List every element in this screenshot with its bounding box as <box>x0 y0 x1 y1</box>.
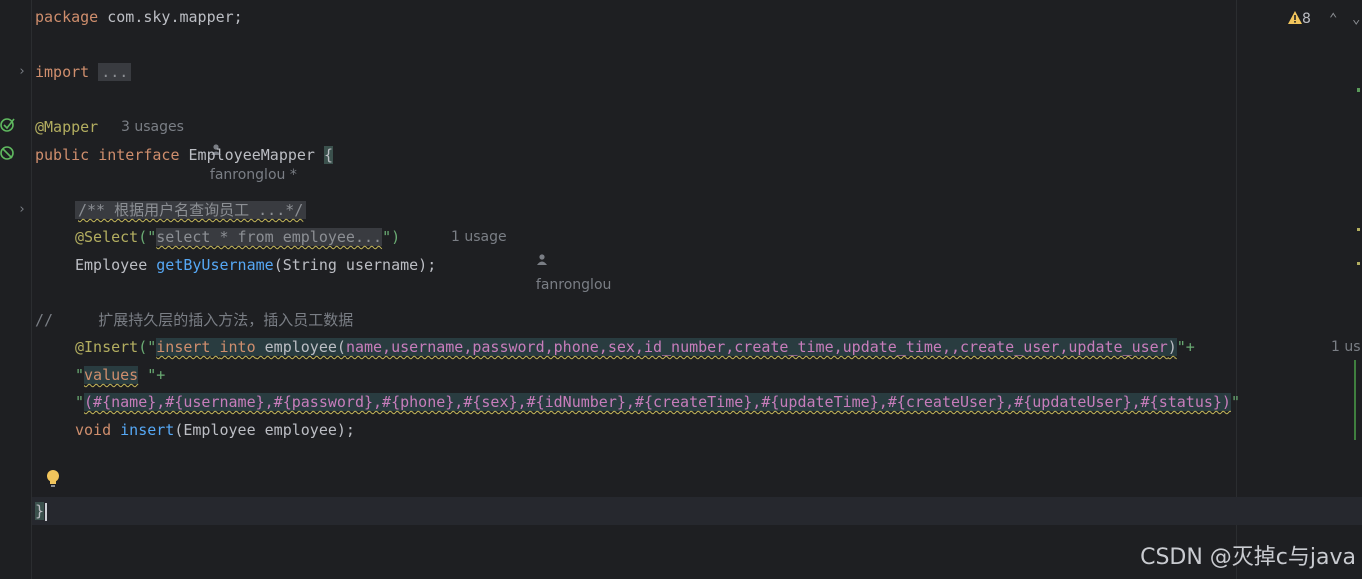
code-line-values[interactable]: "values "+ <box>75 363 165 387</box>
code-line-insert-method[interactable]: void insert(Employee employee); <box>75 418 355 442</box>
code-line-import[interactable]: import ... <box>35 60 132 84</box>
next-highlight-icon[interactable]: ⌄ <box>1352 8 1360 30</box>
editor-gutter[interactable] <box>0 0 32 579</box>
inspection-widget[interactable]: 8 <box>1288 8 1311 30</box>
fold-chevron-icon[interactable]: › <box>18 60 26 84</box>
mybatis-bird-icon[interactable] <box>0 117 16 133</box>
scrollbar-marker <box>1357 88 1360 92</box>
scrollbar-marker <box>1354 360 1356 440</box>
code-line-package[interactable]: package com.sky.mapper; <box>35 5 243 29</box>
right-margin-guide <box>1236 0 1237 579</box>
previous-highlight-icon[interactable]: ⌃ <box>1329 8 1337 30</box>
author-hint[interactable]: fanronglou <box>527 225 611 297</box>
current-line-highlight <box>32 497 1362 525</box>
code-line-insert-annotation[interactable]: @Insert("insert into employee(name,usern… <box>75 335 1195 359</box>
code-line-values-params[interactable]: "(#{name},#{username},#{password},#{phon… <box>75 390 1240 414</box>
text-cursor <box>45 502 48 521</box>
scrollbar-marker <box>1357 262 1360 265</box>
code-line-doc-fold[interactable]: /** 根据用户名查询员工 ...*/ <box>75 198 307 222</box>
implementation-marker-icon[interactable] <box>0 145 16 161</box>
code-line-mapper-annotation[interactable]: @Mapper <box>35 115 98 139</box>
usages-hint[interactable]: 1 usage <box>451 225 507 249</box>
csdn-watermark: CSDN @灭掉c与java <box>1140 545 1356 570</box>
code-line-get-by-username[interactable]: Employee getByUsername(String username); <box>75 253 436 277</box>
code-line-close-brace[interactable]: } <box>35 499 48 523</box>
code-line-interface[interactable]: public interface EmployeeMapper { <box>35 143 334 167</box>
lightbulb-icon[interactable] <box>45 468 61 490</box>
usages-hint[interactable]: 3 usages <box>121 115 184 139</box>
usages-hint[interactable]: 1 us <box>1331 335 1361 359</box>
fold-chevron-icon[interactable]: › <box>18 198 26 222</box>
warning-count: 8 <box>1302 11 1311 27</box>
scrollbar-marker <box>1357 228 1360 231</box>
import-fold[interactable]: ... <box>98 63 132 81</box>
code-line-select[interactable]: @Select("select * from employee...") <box>75 225 400 249</box>
warning-icon <box>1288 11 1302 24</box>
code-line-comment[interactable]: // 扩展持久层的插入方法，插入员工数据 <box>35 308 353 332</box>
person-icon <box>536 254 547 265</box>
